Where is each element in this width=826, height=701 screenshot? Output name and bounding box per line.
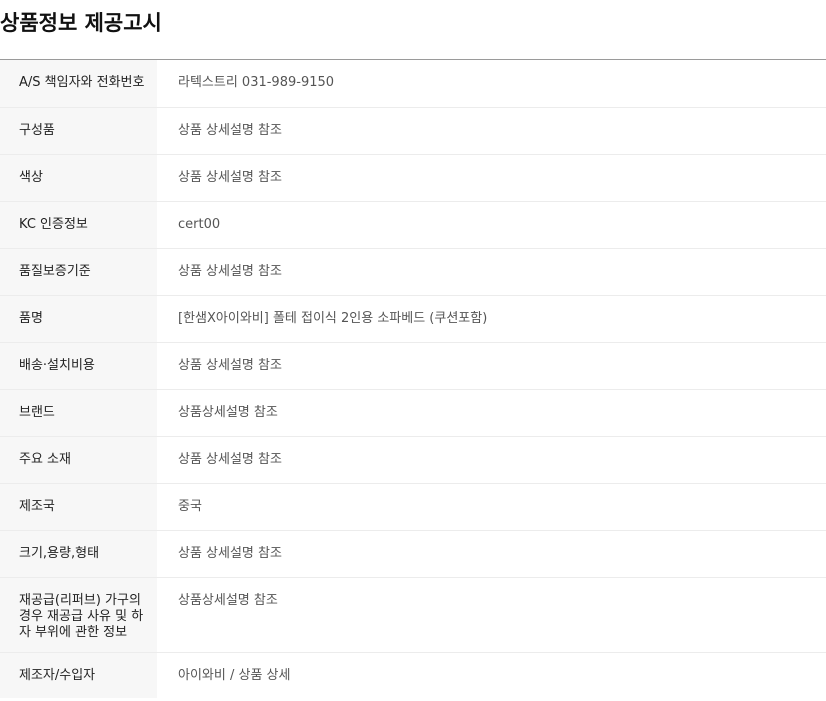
row-value-warranty: 상품 상세설명 참조 (157, 248, 826, 296)
page-title: 상품정보 제공고시 (0, 11, 162, 35)
table-row: 제조국 중국 (0, 483, 826, 531)
row-value-refurb: 상품상세설명 참조 (157, 577, 826, 653)
row-value-material: 상품 상세설명 참조 (157, 436, 826, 484)
row-value-product-name: [한샘X아이와비] 폴테 접이식 2인용 소파베드 (쿠션포함) (157, 295, 826, 343)
table-row: 색상 상품 상세설명 참조 (0, 154, 826, 202)
row-value-kc-cert: cert00 (157, 201, 826, 249)
row-label-material: 주요 소재 (0, 436, 157, 484)
table-row: 크기,용량,형태 상품 상세설명 참조 (0, 530, 826, 578)
product-info-notice: 상품정보 제공고시 A/S 책임자와 전화번호 라텍스트리 031-989-91… (0, 0, 826, 701)
table-row: KC 인증정보 cert00 (0, 201, 826, 249)
table-row: 구성품 상품 상세설명 참조 (0, 107, 826, 155)
row-label-refurb: 재공급(리퍼브) 가구의 경우 재공급 사유 및 하자 부위에 관한 정보 (0, 577, 157, 653)
row-value-as-contact: 라텍스트리 031-989-9150 (157, 60, 826, 108)
product-info-table: A/S 책임자와 전화번호 라텍스트리 031-989-9150 구성품 상품 … (0, 60, 826, 698)
row-label-brand: 브랜드 (0, 389, 157, 437)
row-label-components: 구성품 (0, 107, 157, 155)
table-row: 품질보증기준 상품 상세설명 참조 (0, 248, 826, 296)
row-value-manufacturer: 아이와비 / 상품 상세 (178, 667, 291, 683)
row-value-origin: 중국 (157, 483, 826, 531)
row-value-brand: 상품상세설명 참조 (157, 389, 826, 437)
row-label-product-name: 품명 (0, 295, 157, 343)
row-label-warranty: 품질보증기준 (0, 248, 157, 296)
table-row: A/S 책임자와 전화번호 라텍스트리 031-989-9150 (0, 60, 826, 108)
table-row: 품명 [한샘X아이와비] 폴테 접이식 2인용 소파베드 (쿠션포함) (0, 295, 826, 343)
row-label-kc-cert: KC 인증정보 (0, 201, 157, 249)
row-label-origin: 제조국 (0, 483, 157, 531)
row-value-components: 상품 상세설명 참조 (157, 107, 826, 155)
table-row: 주요 소재 상품 상세설명 참조 (0, 436, 826, 484)
table-row: 제조자/수입자 아이와비 / 상품 상세 (0, 652, 826, 698)
row-label-as-contact: A/S 책임자와 전화번호 (0, 60, 157, 108)
row-label-color: 색상 (0, 154, 157, 202)
row-value-color: 상품 상세설명 참조 (157, 154, 826, 202)
row-value-size: 상품 상세설명 참조 (157, 530, 826, 578)
table-row: 브랜드 상품상세설명 참조 (0, 389, 826, 437)
row-label-manufacturer: 제조자/수입자 (0, 652, 157, 698)
table-row: 배송·설치비용 상품 상세설명 참조 (0, 342, 826, 390)
row-value-shipping-cost: 상품 상세설명 참조 (157, 342, 826, 390)
row-label-shipping-cost: 배송·설치비용 (0, 342, 157, 390)
table-row: 재공급(리퍼브) 가구의 경우 재공급 사유 및 하자 부위에 관한 정보 상품… (0, 577, 826, 653)
row-label-size: 크기,용량,형태 (0, 530, 157, 578)
